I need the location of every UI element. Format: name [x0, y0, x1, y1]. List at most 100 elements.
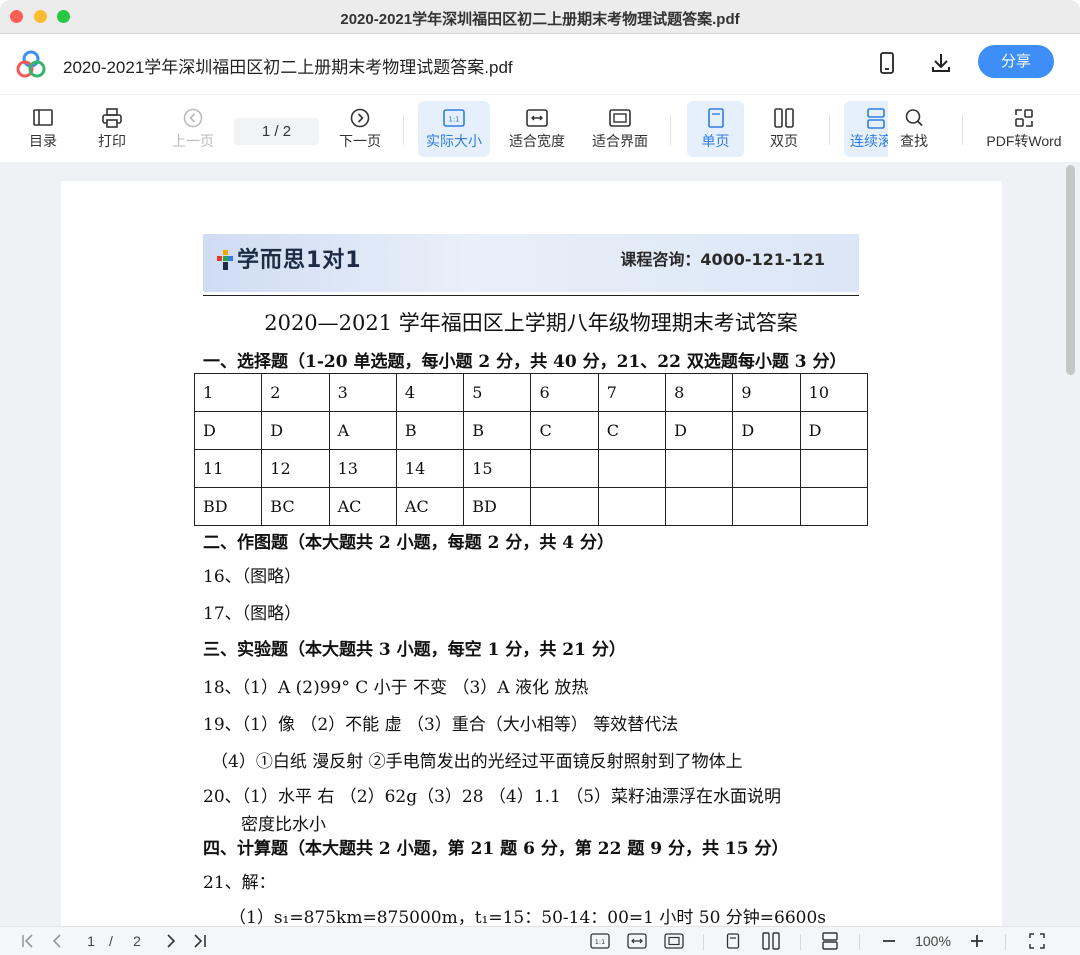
fit-width-icon	[526, 109, 548, 127]
next-page-button[interactable]: 下一页	[335, 101, 385, 157]
actual-size-button[interactable]: 1:1 实际大小	[418, 101, 490, 157]
single-page-button[interactable]: 单页	[687, 101, 744, 157]
table-cell	[732, 487, 801, 526]
share-button[interactable]: 分享	[978, 45, 1054, 78]
answer-19: 19、（1）像 （2）不能 虚 （3）重合（大小相等） 等效替代法	[203, 715, 679, 735]
status-divider	[800, 934, 801, 950]
table-cell	[665, 487, 734, 526]
status-page-current[interactable]: 1	[82, 932, 100, 950]
toc-label: 目录	[29, 133, 57, 149]
table-cell: 15	[463, 449, 532, 488]
section-3-heading: 三、实验题（本大题共 3 小题，每空 1 分，共 21 分）	[203, 640, 626, 660]
download-icon[interactable]	[928, 50, 954, 76]
toolbar-divider	[403, 115, 404, 145]
table-cell: B	[463, 411, 532, 450]
pdf-to-word-button[interactable]: PDF转Word	[982, 101, 1066, 157]
answer-21: 21、解：	[203, 873, 276, 893]
print-icon	[102, 108, 122, 128]
brand-name: 学而思1对1	[237, 248, 362, 273]
toolbar: 目录 打印 上一页 1 / 2 下一页 1:1 实际大小 适合宽度 适合界面 单…	[0, 94, 1080, 162]
status-divider	[1005, 934, 1006, 950]
table-cell: D	[732, 411, 801, 450]
table-row: 1 2 3 4 5 6 7 8 9 10	[193, 373, 869, 412]
table-cell	[665, 449, 734, 488]
zoom-out-icon[interactable]	[880, 932, 898, 950]
fullscreen-icon[interactable]	[1027, 932, 1047, 950]
document-viewer[interactable]: 学而思1对1 课程咨询：4000-121-121 2020—2021 学年福田区…	[0, 162, 1080, 926]
table-cell	[799, 487, 869, 526]
chevron-right-circle-icon	[350, 108, 370, 128]
double-page-icon[interactable]	[761, 932, 781, 950]
toc-button[interactable]: 目录	[20, 101, 66, 157]
actual-size-label: 实际大小	[426, 133, 482, 149]
table-cell: 5	[463, 373, 532, 412]
single-page-icon[interactable]	[724, 932, 742, 950]
single-page-icon	[707, 108, 724, 128]
double-page-icon	[774, 108, 794, 128]
continuous-scroll-icon[interactable]	[820, 932, 840, 950]
fit-page-button[interactable]: 适合界面	[588, 101, 652, 157]
chevron-left-circle-icon	[183, 108, 203, 128]
prev-page-button[interactable]: 上一页	[168, 101, 218, 157]
table-cell: D	[261, 411, 330, 450]
table-cell: 3	[328, 373, 397, 412]
phone-icon[interactable]	[874, 50, 900, 76]
table-row: BD BC AC AC BD	[193, 487, 869, 526]
actual-size-icon[interactable]: 1:1	[590, 932, 610, 950]
toc-icon	[33, 109, 53, 126]
pdf-to-word-label: PDF转Word	[986, 133, 1062, 149]
table-cell: 7	[597, 373, 667, 412]
table-cell: 4	[395, 373, 465, 412]
table-cell: D	[799, 411, 869, 450]
section-1-heading: 一、选择题（1-20 单选题，每小题 2 分，共 40 分，21、22 双选题每…	[203, 352, 847, 372]
find-label: 查找	[900, 133, 928, 149]
first-page-icon[interactable]	[20, 932, 38, 950]
header-rule	[203, 295, 859, 296]
table-cell: 6	[530, 373, 599, 412]
table-cell: 13	[328, 449, 397, 488]
table-cell: D	[665, 411, 734, 450]
zoom-in-icon[interactable]	[968, 932, 986, 950]
prev-page-icon[interactable]	[50, 932, 64, 950]
fit-width-icon[interactable]	[627, 932, 647, 950]
continuous-scroll-icon	[867, 108, 885, 129]
brand-banner: 学而思1对1 课程咨询：4000-121-121	[203, 234, 859, 292]
table-cell: 12	[261, 449, 330, 488]
vertical-scrollbar[interactable]	[1066, 165, 1075, 375]
table-cell: BD	[463, 487, 532, 526]
table-cell: AC	[395, 487, 465, 526]
double-page-button[interactable]: 双页	[757, 101, 811, 157]
find-button[interactable]: 查找	[890, 101, 938, 157]
consult-phone: 课程咨询：4000-121-121	[620, 250, 825, 269]
app-header: 2020-2021学年深圳福田区初二上册期末考物理试题答案.pdf 分享	[0, 34, 1080, 94]
convert-icon	[1015, 109, 1033, 127]
table-cell: 14	[395, 449, 465, 488]
status-divider	[703, 934, 704, 950]
answer-19-part-4: （4）①白纸 漫反射 ②手电筒发出的光经过平面镜反射照射到了物体上	[211, 752, 743, 772]
zoom-level[interactable]: 100%	[910, 932, 956, 950]
fit-page-icon[interactable]	[664, 932, 684, 950]
svg-text:1:1: 1:1	[595, 938, 605, 946]
answer-18: 18、（1）A (2)99° C 小于 不变 （3）A 液化 放热	[203, 678, 589, 698]
next-page-icon[interactable]	[164, 932, 178, 950]
table-cell: AC	[328, 487, 397, 526]
brand-mark-icon	[217, 250, 233, 270]
print-button[interactable]: 打印	[89, 101, 135, 157]
window-title: 2020-2021学年深圳福田区初二上册期末考物理试题答案.pdf	[340, 11, 740, 28]
continuous-scroll-button[interactable]: 连续滚	[844, 101, 888, 157]
toolbar-divider	[962, 115, 963, 145]
continuous-scroll-label: 连续滚	[850, 133, 888, 149]
table-row: 11 12 13 14 15	[193, 449, 869, 488]
answer-17: 17、（图略）	[203, 604, 302, 624]
table-cell	[530, 449, 599, 488]
table-cell: 9	[732, 373, 801, 412]
section-2-heading: 二、作图题（本大题共 2 小题，每题 2 分，共 4 分）	[203, 533, 614, 553]
last-page-icon[interactable]	[190, 932, 208, 950]
table-cell	[597, 487, 667, 526]
table-cell: A	[328, 411, 397, 450]
fit-width-button[interactable]: 适合宽度	[504, 101, 570, 157]
table-cell: 1	[193, 373, 263, 412]
page-number-input[interactable]: 1 / 2	[234, 118, 319, 145]
answer-20: 20、（1）水平 右 （2）62g（3）28 （4）1.1 （5）菜籽油漂浮在水…	[203, 787, 782, 807]
brand-logo: 学而思1对1	[217, 242, 362, 274]
